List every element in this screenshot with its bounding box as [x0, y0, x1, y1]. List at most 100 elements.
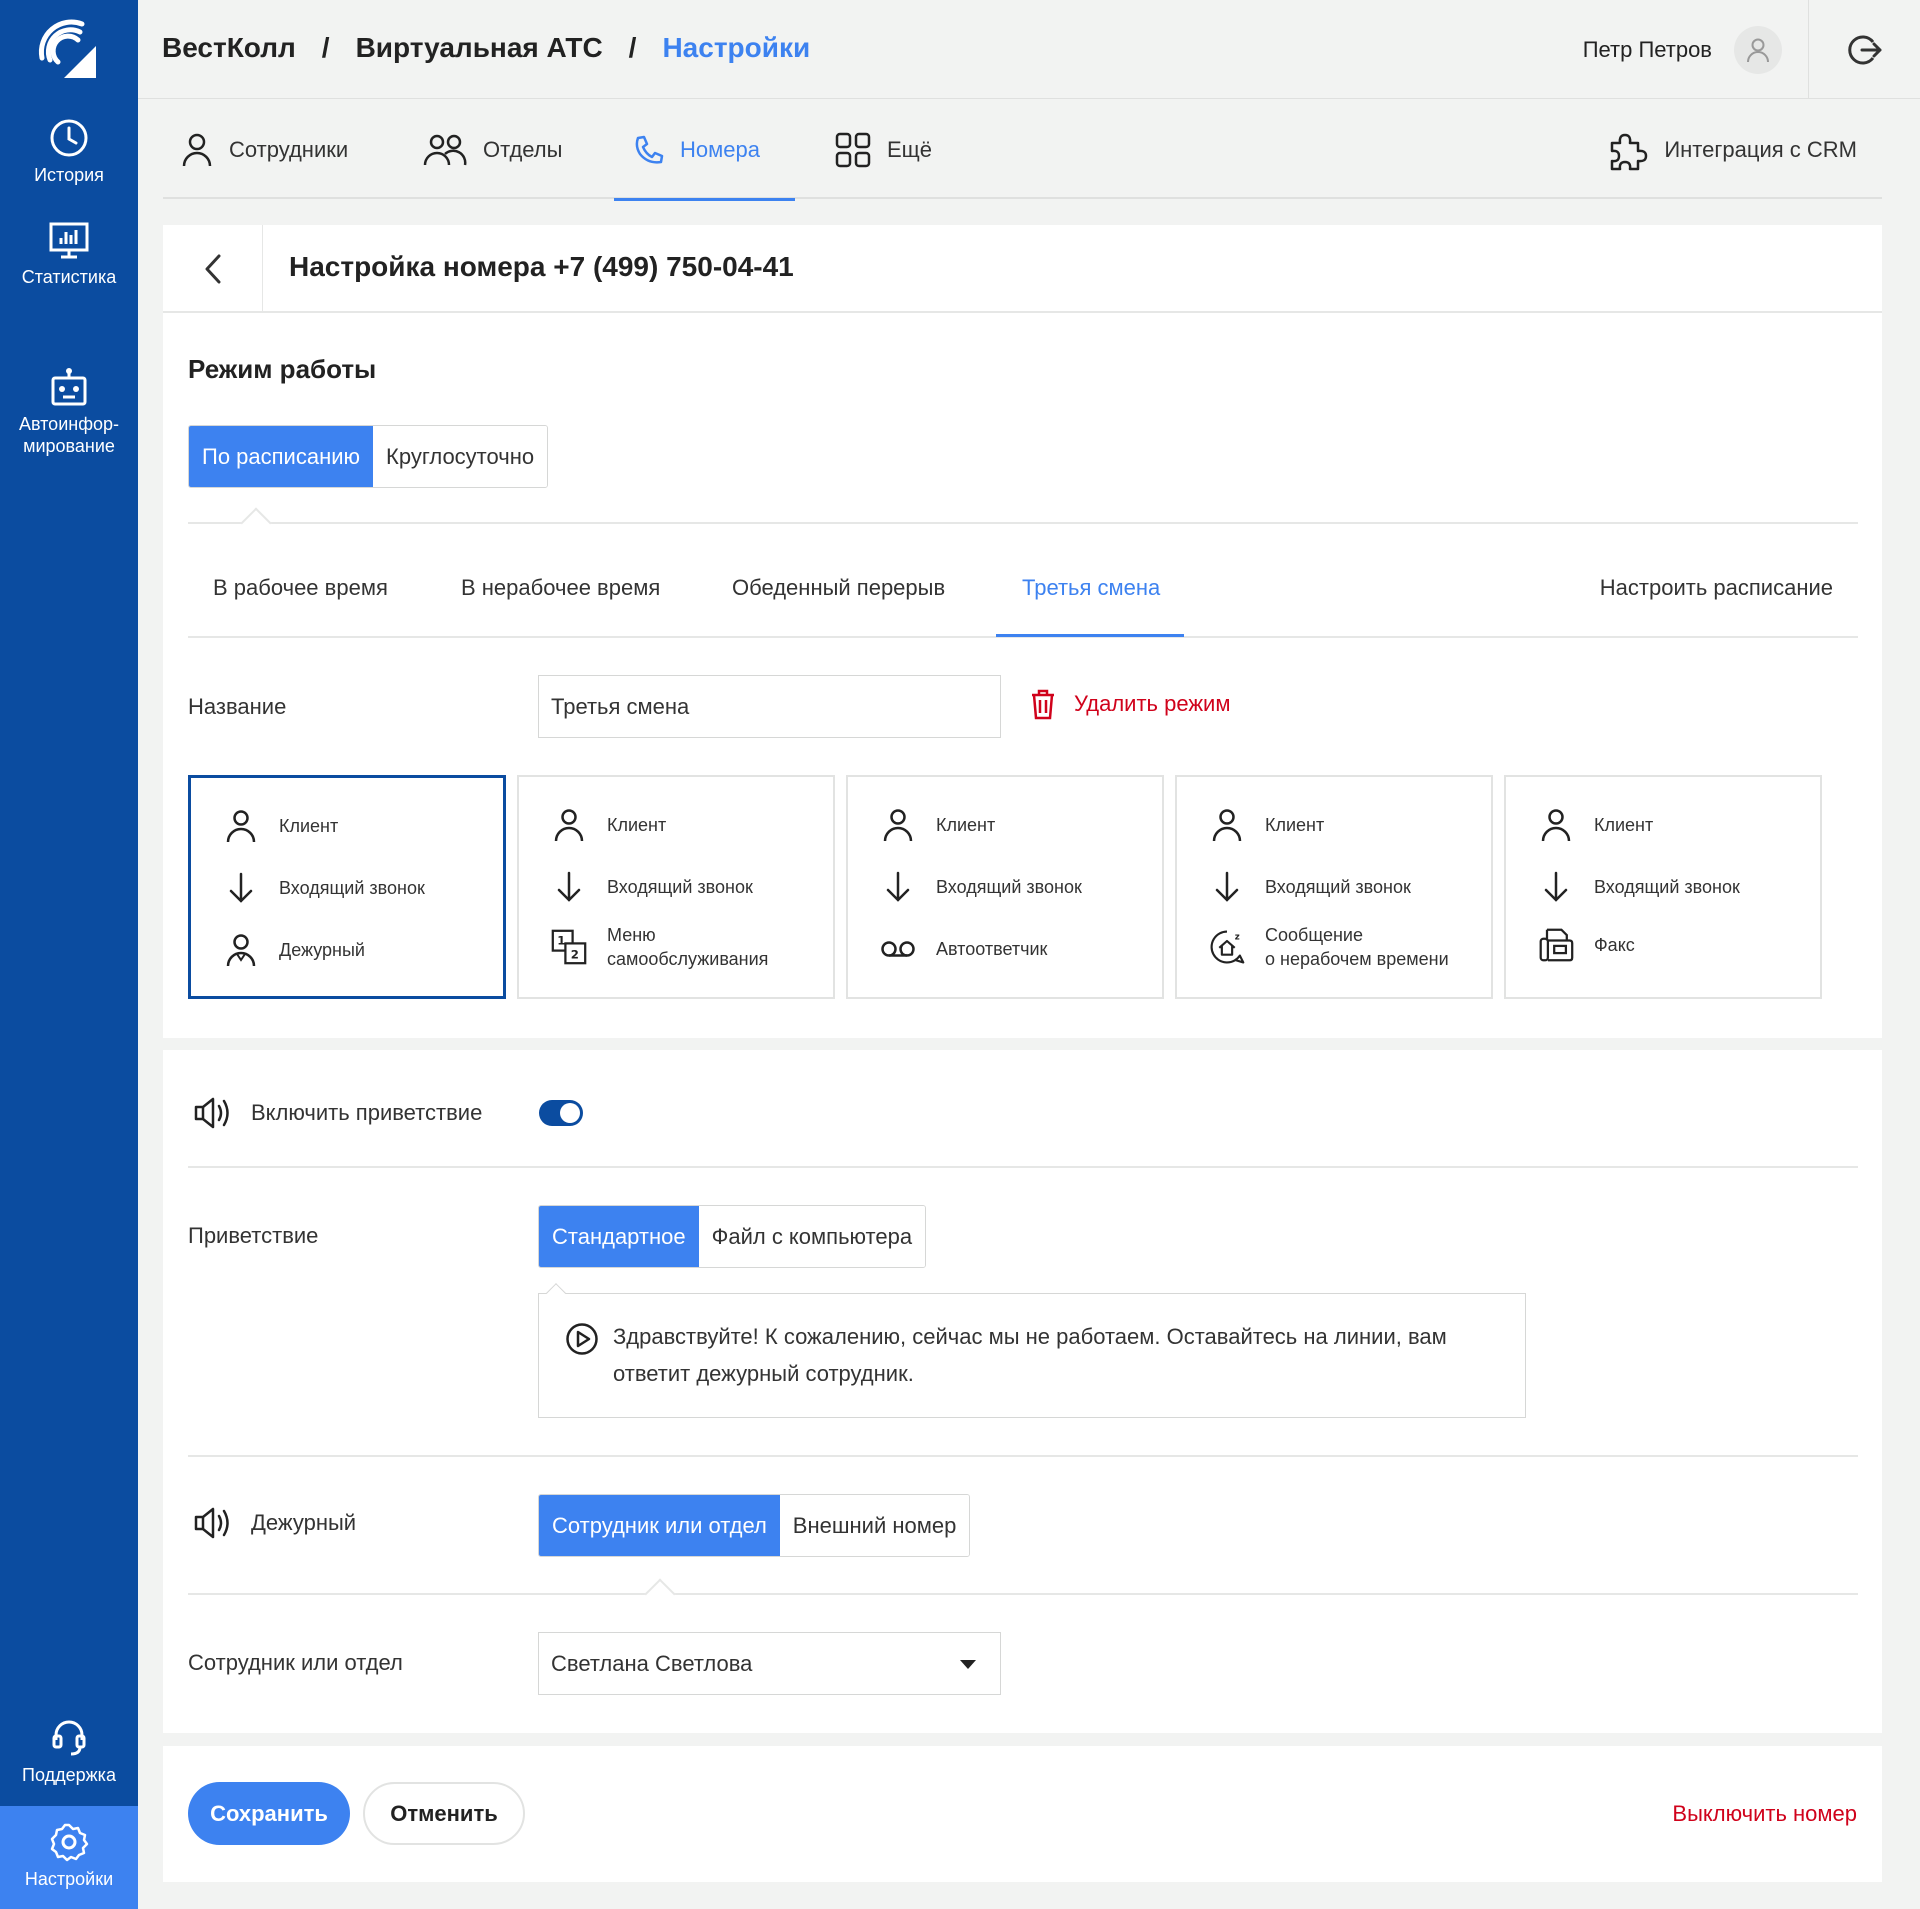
home-sleep-message-icon: z	[1209, 929, 1245, 965]
divider	[188, 1455, 1858, 1457]
phone-icon	[635, 135, 664, 164]
cancel-button[interactable]: Отменить	[363, 1782, 525, 1845]
mode-option-round-the-clock[interactable]: Круглосуточно	[373, 426, 548, 487]
sidebar-item-statistics[interactable]: Статистика	[0, 220, 138, 288]
subtab-working-time[interactable]: В рабочее время	[213, 575, 388, 601]
scenario-step: Клиент	[607, 815, 667, 835]
tab-label: Номера	[680, 136, 760, 162]
grid-icon	[835, 132, 871, 167]
crm-label: Интеграция с CRM	[1664, 136, 1857, 162]
breadcrumb-item[interactable]: ВестКолл	[162, 32, 296, 64]
scenario-card[interactable]: Клиент Входящий звонок z Сообщение о нера…	[1175, 775, 1493, 999]
user-icon	[1538, 807, 1574, 843]
scenario-step: Автоответчик	[936, 939, 1048, 959]
scenario-step: Сообщение о нерабочем времени	[1265, 925, 1449, 969]
configure-schedule-link[interactable]: Настроить расписание	[1600, 575, 1833, 601]
sidebar: История Статистика Автоинфор- мирование …	[0, 0, 138, 1909]
scenario-card[interactable]: Клиент Входящий звонок Дежурный	[188, 775, 506, 999]
greeting-toggle-label: Включить приветствие	[251, 1100, 483, 1125]
scenario-step: Клиент	[1265, 815, 1325, 835]
arrow-down-icon	[880, 869, 916, 905]
svg-text:1: 1	[557, 933, 565, 947]
user-name: Петр Петров	[1582, 37, 1712, 62]
employee-select-label: Сотрудник или отдел	[188, 1650, 403, 1675]
clock-icon	[49, 118, 89, 158]
user-icon	[223, 808, 259, 844]
headset-icon	[49, 1718, 89, 1758]
disable-number-link[interactable]: Выключить номер	[1672, 1801, 1857, 1827]
greeting-panel: Включить приветствие Приветствие Стандар…	[163, 1050, 1882, 1733]
scenario-step: Входящий звонок	[607, 877, 753, 897]
breadcrumb-current: Настройки	[662, 32, 811, 63]
robot-icon	[49, 345, 89, 406]
sidebar-item-label: Статистика	[21, 267, 117, 287]
user-menu[interactable]: Петр Петров	[1583, 26, 1782, 74]
sidebar-item-label: Автоинфор- мирование	[18, 414, 120, 456]
page-title: Настройка номера +7 (499) 750-04-41	[289, 251, 794, 282]
crm-integration-link[interactable]: Интеграция с CRM	[1606, 100, 1857, 199]
duty-option-employee[interactable]: Сотрудник или отдел	[539, 1495, 780, 1556]
sidebar-item-autoinform[interactable]: Автоинфор- мирование	[0, 323, 138, 457]
back-button[interactable]	[163, 225, 263, 313]
employee-select[interactable]: Светлана Светлова	[538, 1632, 1001, 1695]
breadcrumb-item[interactable]: Виртуальная АТС	[356, 32, 603, 64]
tab-departments[interactable]: Отделы	[423, 100, 562, 199]
top-bar: ВестКолл / Виртуальная АТС / Настройки П…	[138, 0, 1920, 99]
delete-mode-button[interactable]: Удалить режим	[1030, 688, 1230, 720]
duty-option-external[interactable]: Внешний номер	[779, 1495, 970, 1556]
caret-down-icon	[960, 1660, 976, 1669]
speaker-icon	[193, 1095, 233, 1131]
mode-name-input[interactable]: Третья смена	[538, 675, 1001, 738]
breadcrumb: ВестКолл / Виртуальная АТС / Настройки	[162, 32, 810, 64]
speaker-icon	[193, 1505, 233, 1541]
logout-button[interactable]	[1808, 0, 1920, 99]
scenario-card[interactable]: Клиент Входящий звонок Факс	[1504, 775, 1822, 999]
scenario-step: Клиент	[936, 815, 996, 835]
scenario-card[interactable]: Клиент Входящий звонок Автоответчик	[846, 775, 1164, 999]
mode-panel: Настройка номера +7 (499) 750-04-41 Режи…	[163, 225, 1882, 1038]
play-icon[interactable]	[565, 1322, 599, 1356]
sidebar-item-settings[interactable]: Настройки	[0, 1806, 138, 1909]
sidebar-item-history[interactable]: История	[0, 118, 138, 186]
sidebar-item-support[interactable]: Поддержка	[0, 1718, 138, 1786]
tab-numbers[interactable]: Номера	[614, 100, 795, 201]
tab-label: Ещё	[887, 136, 933, 162]
scenario-cards: Клиент Входящий звонок Дежурный Клиент В…	[188, 775, 1858, 1001]
ivr-menu-icon: 12	[551, 929, 587, 965]
chevron-left-icon	[205, 254, 220, 284]
divider	[188, 1593, 1858, 1595]
scenario-step: Входящий звонок	[1594, 877, 1740, 897]
greeting-source-switch: Стандартное Файл с компьютера	[538, 1205, 927, 1268]
user-icon	[182, 133, 212, 166]
mode-option-schedule[interactable]: По расписанию	[189, 426, 374, 487]
arrow-down-icon	[1209, 869, 1245, 905]
scenario-step: Клиент	[1594, 815, 1654, 835]
scenario-step: Входящий звонок	[1265, 877, 1411, 897]
scenario-card[interactable]: Клиент Входящий звонок 1 2 Меню самообслуж…	[517, 775, 835, 999]
avatar[interactable]	[1734, 26, 1782, 74]
save-button[interactable]: Сохранить	[188, 1782, 350, 1845]
employee-select-value: Светлана Светлова	[551, 1650, 753, 1676]
greeting-option-file[interactable]: Файл с компьютера	[698, 1206, 926, 1267]
monitor-chart-icon	[49, 220, 89, 260]
arrow-down-icon	[223, 870, 259, 906]
subtab-third-shift[interactable]: Третья смена	[1022, 575, 1160, 601]
tab-employees[interactable]: Сотрудники	[181, 100, 348, 199]
greeting-option-standard[interactable]: Стандартное	[539, 1206, 699, 1267]
tab-more[interactable]: Ещё	[835, 100, 932, 199]
svg-text:z: z	[1235, 932, 1240, 942]
logo-icon[interactable]	[34, 16, 104, 86]
name-label: Название	[188, 694, 287, 719]
subtab-non-working-time[interactable]: В нерабочее время	[461, 575, 660, 601]
greeting-message-box: Здравствуйте! К сожалению, сейчас мы не …	[538, 1283, 1526, 1418]
subtab-lunch-break[interactable]: Обеденный перерыв	[732, 575, 945, 601]
user-icon	[551, 807, 587, 843]
greeting-toggle[interactable]	[539, 1100, 583, 1126]
mode-switch: По расписанию Круглосуточно	[188, 425, 549, 488]
voicemail-icon	[880, 931, 916, 967]
breadcrumb-separator: /	[628, 32, 637, 63]
arrow-down-icon	[551, 869, 587, 905]
svg-text:2: 2	[571, 948, 579, 962]
logout-icon	[1847, 35, 1881, 64]
scenario-step: Входящий звонок	[279, 878, 425, 898]
